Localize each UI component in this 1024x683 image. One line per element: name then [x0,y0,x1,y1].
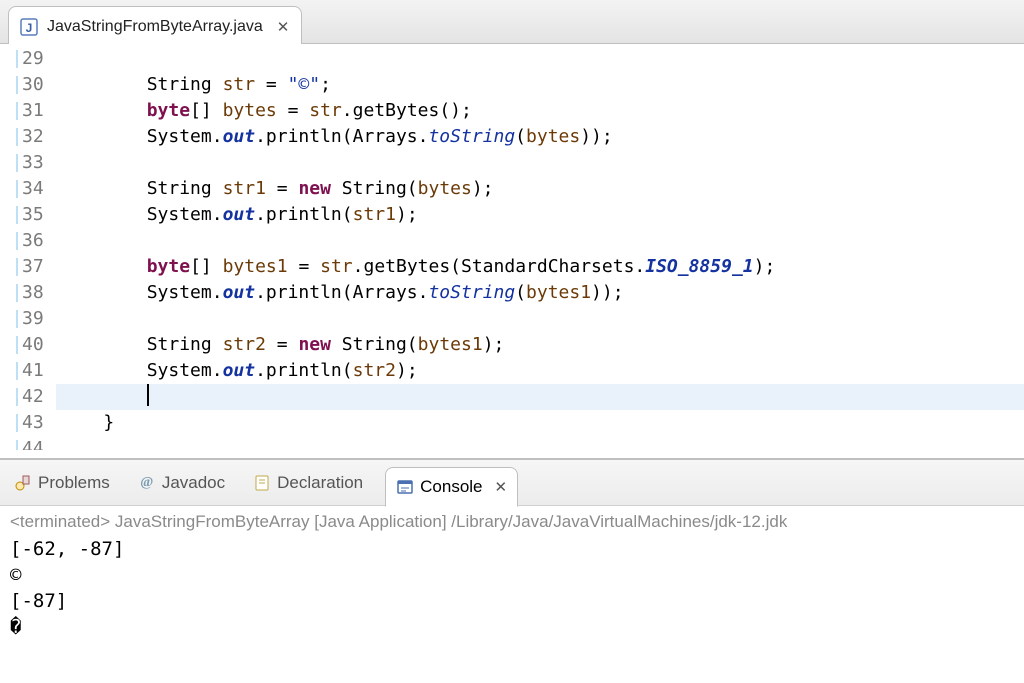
line-number: 31 [0,98,56,124]
line-number: 32 [0,124,56,150]
svg-text:J: J [26,21,33,35]
line-number: 44 [0,436,56,450]
problems-icon [14,474,32,492]
javadoc-icon: @ [138,474,156,492]
tab-console[interactable]: Console ✕ [385,467,518,507]
close-icon[interactable]: ✕ [277,18,290,36]
tab-problems[interactable]: Problems [8,469,116,497]
code-editor[interactable]: 29303132333435363738394041424344 String … [0,44,1024,458]
tab-declaration-label: Declaration [277,473,363,493]
code-line[interactable] [56,384,1024,410]
java-file-icon: J [19,17,39,37]
line-number: 37 [0,254,56,280]
code-line[interactable] [56,306,1024,332]
editor-tab-filename: JavaStringFromByteArray.java [47,18,263,36]
line-number: 38 [0,280,56,306]
code-line[interactable] [56,46,1024,72]
code-line[interactable] [56,150,1024,176]
panel-tabbar: Problems @ Javadoc Declaration [0,460,1024,506]
code-line[interactable]: } [56,410,1024,436]
console-status: <terminated> JavaStringFromByteArray [Ja… [0,506,1024,534]
code-line[interactable]: byte[] bytes1 = str.getBytes(StandardCha… [56,254,1024,280]
editor-tabbar: J JavaStringFromByteArray.java ✕ [0,0,1024,44]
code-line[interactable]: byte[] bytes = str.getBytes(); [56,98,1024,124]
close-icon[interactable]: ✕ [495,478,508,496]
line-number: 34 [0,176,56,202]
line-number: 29 [0,46,56,72]
line-number: 40 [0,332,56,358]
code-line[interactable] [56,228,1024,254]
code-line[interactable]: String str2 = new String(bytes1); [56,332,1024,358]
code-line[interactable]: String str1 = new String(bytes); [56,176,1024,202]
line-number: 43 [0,410,56,436]
bottom-panel: Problems @ Javadoc Declaration [0,458,1024,642]
line-number: 39 [0,306,56,332]
line-number: 30 [0,72,56,98]
line-number: 36 [0,228,56,254]
tab-javadoc-label: Javadoc [162,473,225,493]
tab-problems-label: Problems [38,473,110,493]
line-number: 33 [0,150,56,176]
tab-javadoc[interactable]: @ Javadoc [132,469,231,497]
console-icon [396,478,414,496]
line-number: 41 [0,358,56,384]
code-line[interactable]: System.out.println(str2); [56,358,1024,384]
tab-console-label: Console [420,477,482,497]
line-number: 35 [0,202,56,228]
code-line[interactable]: System.out.println(Arrays.toString(bytes… [56,124,1024,150]
console-output[interactable]: [-62, -87] © [-87] � [0,534,1024,642]
declaration-icon [253,474,271,492]
text-caret [147,384,149,406]
line-number: 42 [0,384,56,410]
editor-tab[interactable]: J JavaStringFromByteArray.java ✕ [8,6,302,44]
code-line[interactable]: System.out.println(str1); [56,202,1024,228]
tab-declaration[interactable]: Declaration [247,469,369,497]
code-body[interactable]: String str = "©"; byte[] bytes = str.get… [56,44,1024,458]
line-number-gutter: 29303132333435363738394041424344 [0,44,56,458]
code-line[interactable]: System.out.println(Arrays.toString(bytes… [56,280,1024,306]
code-line[interactable]: String str = "©"; [56,72,1024,98]
